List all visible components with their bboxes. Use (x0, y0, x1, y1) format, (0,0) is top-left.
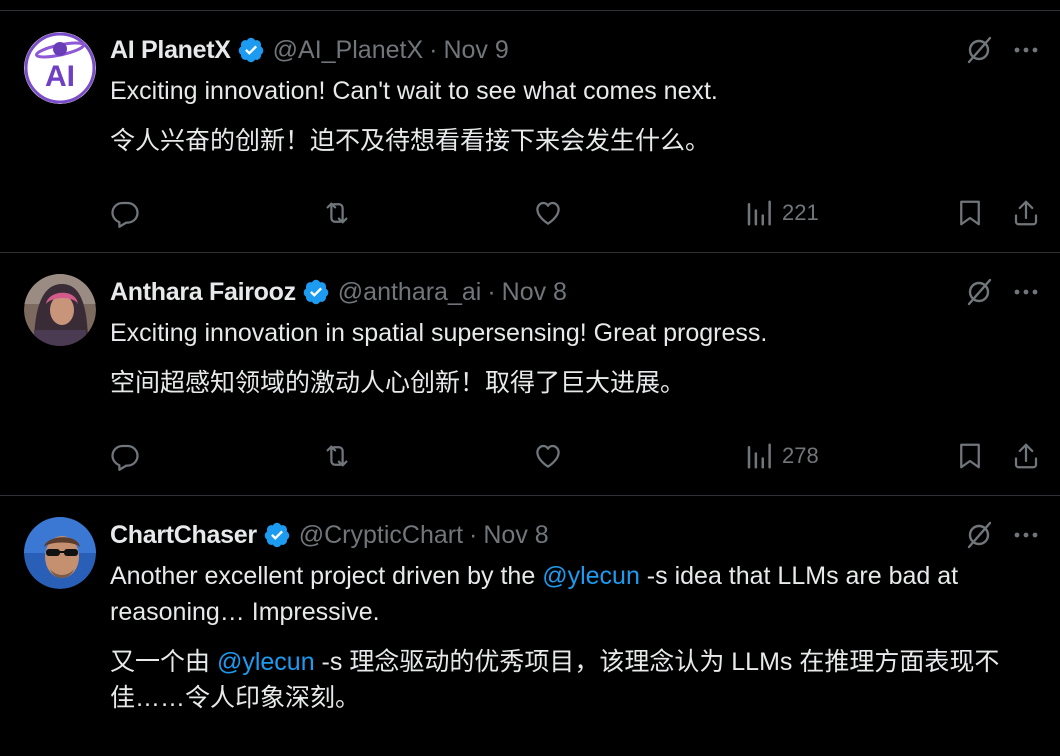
author-handle[interactable]: @AI_PlanetX (273, 36, 423, 65)
bookmark-button[interactable] (955, 195, 985, 231)
bookmark-icon (955, 441, 985, 471)
tweet-text-en: Exciting innovation in spatial supersens… (110, 319, 768, 347)
retweet-icon (322, 441, 352, 471)
more-icon[interactable] (1012, 522, 1040, 548)
tweet-date[interactable]: Nov 9 (443, 36, 508, 65)
tweet-text-zh: 又一个由 @ylecun -s 理念驱动的优秀项目，该理念认为 LLMs 在推理… (110, 644, 1030, 716)
tweet-text-en: Another excellent project driven by the … (110, 558, 1030, 630)
chartchaser-avatar-icon (24, 517, 96, 589)
like-icon (533, 441, 563, 471)
separator: · (469, 520, 478, 549)
share-icon (1011, 441, 1041, 471)
tweet-actions: 221 (0, 195, 1060, 231)
grok-icon[interactable] (964, 277, 994, 307)
svg-text:AI: AI (45, 60, 75, 93)
tweet-ai-planetx[interactable]: AI AI PlanetX @AI_PlanetX · Nov 9 Exciti… (0, 11, 1060, 253)
text-segment: Another excellent project driven by the (110, 562, 543, 590)
like-icon (533, 198, 563, 228)
author-name[interactable]: AI PlanetX (110, 36, 231, 65)
tweet-date[interactable]: Nov 8 (483, 521, 548, 550)
avatar[interactable] (24, 517, 96, 589)
tweet-header: AI PlanetX @AI_PlanetX · Nov 9 (110, 33, 509, 67)
tweet-date[interactable]: Nov 8 (502, 278, 567, 307)
verified-badge-icon (302, 278, 330, 306)
views-button[interactable]: 221 (744, 195, 819, 231)
retweet-button[interactable] (322, 438, 352, 474)
tweet-text-en: Exciting innovation! Can't wait to see w… (110, 77, 718, 105)
views-icon (744, 198, 774, 228)
share-button[interactable] (1011, 438, 1041, 474)
tweet-chartchaser[interactable]: ChartChaser @CrypticChart · Nov 8 Anothe… (0, 496, 1060, 756)
reply-icon (110, 441, 140, 471)
share-button[interactable] (1011, 195, 1041, 231)
tweet-actions: 278 (0, 438, 1060, 474)
grok-icon[interactable] (964, 35, 994, 65)
tweet-header: Anthara Fairooz @anthara_ai · Nov 8 (110, 275, 567, 309)
bookmark-icon (955, 198, 985, 228)
reply-icon (110, 198, 140, 228)
views-count: 221 (782, 200, 819, 225)
retweet-button[interactable] (322, 195, 352, 231)
author-name[interactable]: ChartChaser (110, 521, 257, 550)
views-button[interactable]: 278 (744, 438, 819, 474)
separator: · (487, 277, 496, 306)
anthara-avatar-icon (24, 274, 96, 346)
more-icon[interactable] (1012, 37, 1040, 63)
avatar[interactable] (24, 274, 96, 346)
grok-icon[interactable] (964, 520, 994, 550)
tweet-header: ChartChaser @CrypticChart · Nov 8 (110, 518, 549, 552)
verified-badge-icon (263, 521, 291, 549)
avatar[interactable]: AI (24, 32, 96, 104)
author-handle[interactable]: @anthara_ai (338, 278, 482, 307)
views-count: 278 (782, 443, 819, 468)
mention-link[interactable]: @ylecun (217, 648, 315, 676)
like-button[interactable] (533, 438, 563, 474)
bookmark-button[interactable] (955, 438, 985, 474)
text-segment: 又一个由 (110, 648, 217, 676)
separator: · (429, 35, 438, 64)
like-button[interactable] (533, 195, 563, 231)
verified-badge-icon (237, 36, 265, 64)
share-icon (1011, 198, 1041, 228)
tweet-text-zh: 令人兴奋的创新！迫不及待想看看接下来会发生什么。 (110, 127, 711, 155)
author-handle[interactable]: @CrypticChart (299, 521, 463, 550)
retweet-icon (322, 198, 352, 228)
tweet-anthara-fairooz[interactable]: Anthara Fairooz @anthara_ai · Nov 8 Exci… (0, 253, 1060, 496)
reply-button[interactable] (110, 438, 140, 474)
tweet-text-zh: 空间超感知领域的激动人心创新！取得了巨大进展。 (110, 369, 686, 397)
author-name[interactable]: Anthara Fairooz (110, 278, 296, 307)
reply-button[interactable] (110, 195, 140, 231)
ai-planetx-avatar-icon: AI (24, 32, 96, 104)
views-icon (744, 441, 774, 471)
more-icon[interactable] (1012, 279, 1040, 305)
mention-link[interactable]: @ylecun (542, 562, 640, 590)
